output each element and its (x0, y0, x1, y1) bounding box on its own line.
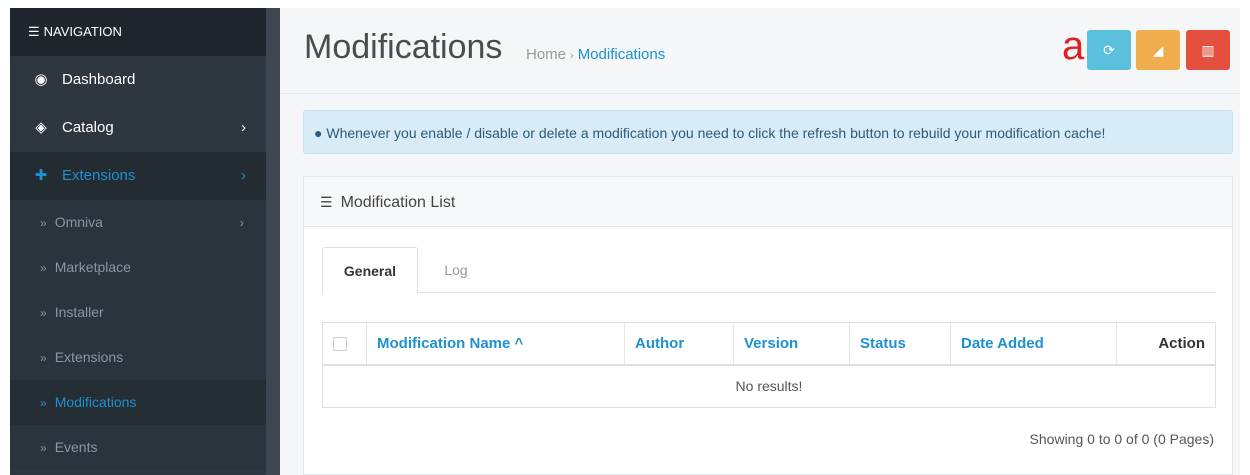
double-chevron-icon: » (40, 261, 47, 275)
panel-title: Modification List (340, 194, 456, 211)
submenu-item-marketplace[interactable]: » Marketplace (10, 245, 266, 290)
screenshot-frame: ☰ NAVIGATION ◉ Dashboard ◈ Catalog › ✚ Exten… (0, 0, 1250, 475)
sidebar-item-catalog[interactable]: ◈ Catalog › (10, 104, 266, 152)
breadcrumb: Home › Modifications (526, 46, 665, 63)
sidebar-item-label: Catalog (62, 119, 114, 136)
page-title: Modifications (304, 28, 503, 66)
menu-bars-icon: ☰ (28, 24, 40, 39)
submenu-item-label: Marketplace (54, 259, 131, 275)
submenu-item-omniva[interactable]: » Omniva › (10, 200, 266, 245)
submenu-item-events[interactable]: » Events (10, 425, 266, 470)
main-content: Modifications Home › Modifications a ⟳ ◢ ▥… (280, 8, 1240, 475)
info-alert: ● Whenever you enable / disable or delet… (303, 110, 1233, 154)
sidebar-scroll-strip (266, 8, 280, 475)
submenu-item-installer[interactable]: » Installer (10, 290, 266, 335)
extensions-submenu: » Omniva › » Marketplace » Installer » Exten… (10, 200, 280, 470)
double-chevron-icon: » (40, 441, 47, 455)
trash-icon: ▥ (1201, 42, 1215, 58)
eraser-icon: ◢ (1152, 42, 1164, 58)
breadcrumb-separator-icon: › (570, 50, 574, 62)
column-version[interactable]: Version (734, 323, 850, 364)
column-author[interactable]: Author (625, 323, 734, 364)
submenu-item-label: Events (54, 439, 98, 455)
column-date-added[interactable]: Date Added (951, 323, 1117, 364)
list-icon: ☰ (320, 194, 333, 210)
double-chevron-icon: » (40, 396, 47, 410)
select-all-checkbox[interactable] (333, 336, 347, 351)
column-action: Action (1158, 335, 1205, 352)
modification-table: Modification Name ^ Author Version Statu… (322, 322, 1216, 408)
double-chevron-icon: » (40, 216, 47, 230)
tab-bar: General Log (322, 247, 1216, 294)
tab-general[interactable]: General (322, 247, 418, 294)
table-header-row: Modification Name ^ Author Version Statu… (323, 323, 1215, 366)
delete-button[interactable]: ▥ (1186, 30, 1230, 70)
submenu-item-label: Omniva (54, 214, 103, 230)
select-all-cell (323, 323, 367, 364)
refresh-button[interactable]: ⟳ (1087, 30, 1131, 70)
modification-list-panel: ☰ Modification List General Log Modificat… (303, 176, 1233, 475)
navigation-header: ☰ NAVIGATION (10, 8, 266, 56)
submenu-item-label: Installer (54, 304, 104, 320)
tags-icon: ◈ (35, 119, 47, 136)
double-chevron-icon: » (40, 351, 47, 365)
breadcrumb-current[interactable]: Modifications (578, 46, 666, 63)
empty-row: No results! (735, 378, 803, 394)
column-modification-name[interactable]: Modification Name ^ (367, 323, 625, 364)
alert-text: Whenever you enable / disable or delete … (326, 125, 1106, 141)
submenu-item-label: Modifications (54, 394, 137, 410)
pagination-summary: Showing 0 to 0 of 0 (0 Pages) (1029, 431, 1214, 447)
chevron-right-icon: › (241, 119, 246, 136)
refresh-icon: ⟳ (1103, 42, 1115, 58)
navigation-header-label: NAVIGATION (43, 24, 122, 39)
sidebar-item-label: Dashboard (62, 71, 136, 88)
sidebar-item-dashboard[interactable]: ◉ Dashboard (10, 56, 266, 104)
column-status[interactable]: Status (850, 323, 951, 364)
sidebar-item-extensions[interactable]: ✚ Extensions › (10, 152, 266, 200)
tab-log[interactable]: Log (426, 247, 486, 294)
info-circle-icon: ● (314, 125, 323, 141)
dashboard-icon: ◉ (34, 71, 48, 88)
breadcrumb-home[interactable]: Home (526, 46, 566, 63)
submenu-item-modifications[interactable]: » Modifications (10, 380, 266, 425)
clear-button[interactable]: ◢ (1136, 30, 1180, 70)
double-chevron-icon: » (40, 306, 47, 320)
puzzle-icon: ✚ (34, 167, 48, 184)
submenu-item-label: Extensions (54, 349, 124, 365)
chevron-right-icon: › (239, 215, 244, 230)
chevron-right-icon: › (241, 167, 246, 184)
annotation-mark: a (1062, 24, 1085, 68)
panel-heading: ☰ Modification List (304, 177, 1232, 227)
sidebar: ☰ NAVIGATION ◉ Dashboard ◈ Catalog › ✚ Exten… (10, 8, 280, 475)
page-header: Modifications Home › Modifications a ⟳ ◢ ▥ (280, 8, 1240, 94)
sidebar-item-label: Extensions (62, 167, 136, 184)
submenu-item-extensions[interactable]: » Extensions (10, 335, 266, 380)
